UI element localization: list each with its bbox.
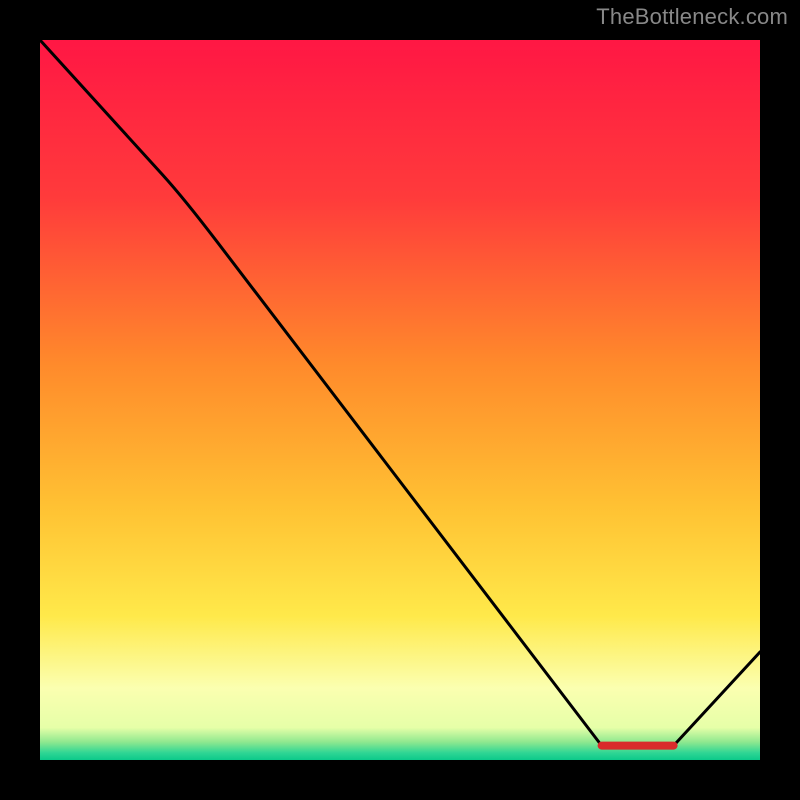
bottleneck-chart: [40, 40, 760, 760]
gradient-background: [40, 40, 760, 760]
chart-frame: [40, 40, 760, 760]
watermark-text: TheBottleneck.com: [596, 4, 788, 30]
